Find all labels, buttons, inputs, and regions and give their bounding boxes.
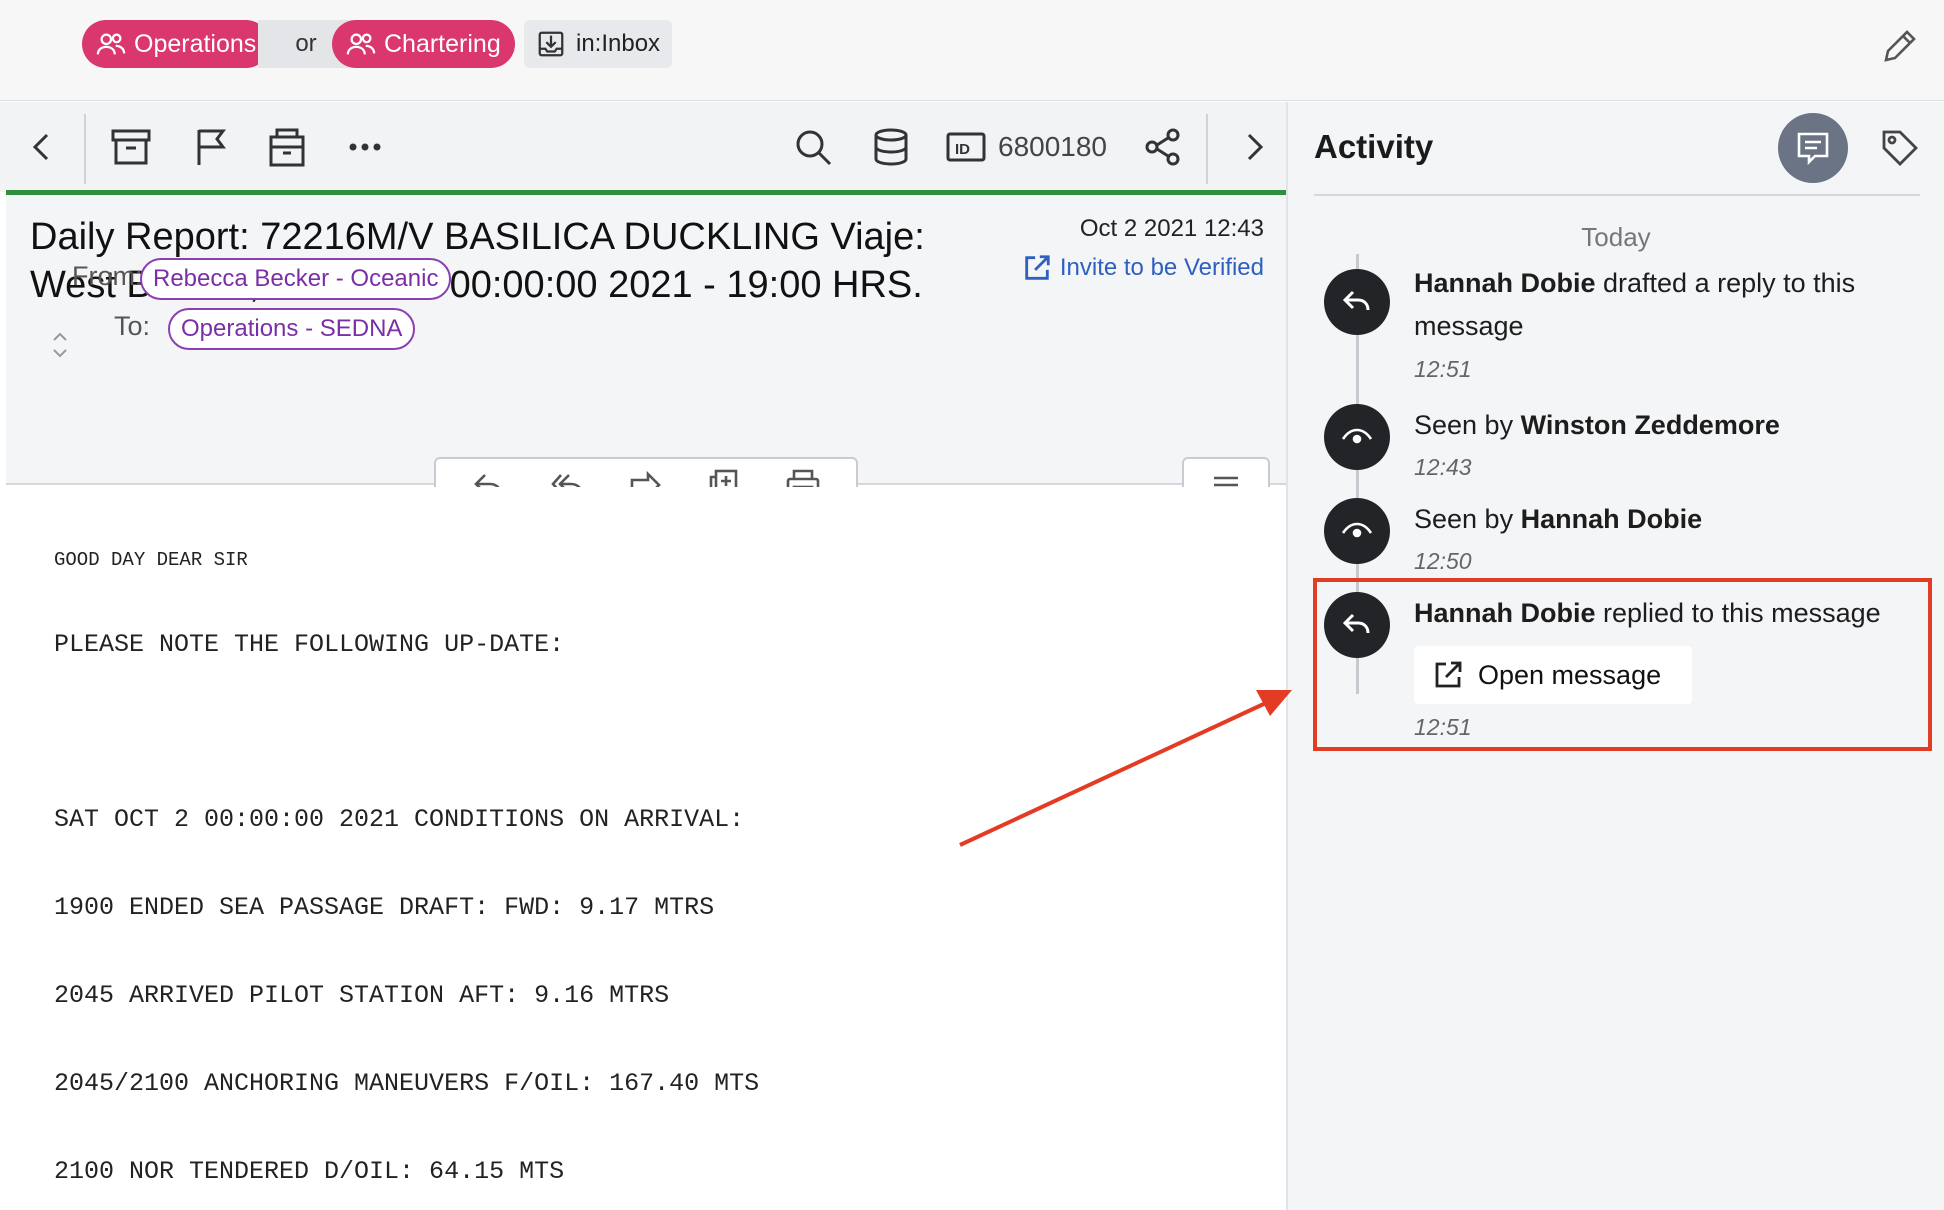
message-id-chip[interactable]: ID 6800180 (944, 124, 1107, 170)
inbox-download-icon (538, 31, 564, 57)
archive-button[interactable] (106, 122, 156, 172)
more-horizontal-icon (349, 143, 381, 151)
message-body: GOOD DAY DEAR SIR PLEASE NOTE THE FOLLOW… (6, 487, 1286, 1210)
pencil-icon (1884, 30, 1916, 62)
share-nodes-icon (1145, 128, 1180, 166)
chevron-right-icon (1247, 133, 1264, 161)
reply-arrow-icon (1342, 290, 1370, 311)
tag-filter-operations-label: Operations (134, 29, 257, 58)
body-line: 1900 ENDED SEA PASSAGE DRAFT: FWD: 9.17 … (54, 893, 715, 922)
svg-text:ID: ID (955, 141, 970, 158)
group-icon (346, 33, 376, 55)
message-header: Daily Report: 72216M/V BASILICA DUCKLING… (6, 195, 1286, 485)
archive-box-icon (111, 129, 151, 165)
tag-filter-chartering-label: Chartering (384, 29, 501, 58)
invite-verify-link[interactable]: Invite to be Verified (1022, 253, 1264, 283)
external-link-icon (1025, 255, 1050, 280)
body-line: 2045/2100 ANCHORING MANEUVERS F/OIL: 167… (54, 1069, 760, 1098)
message-toolbar: ID 6800180 (0, 102, 1286, 192)
toolbar-divider (1206, 114, 1208, 184)
compose-button[interactable] (1878, 24, 1922, 68)
to-label: To: (114, 311, 151, 341)
id-badge-icon: ID (946, 132, 986, 162)
body-line: 2100 NOR TENDERED D/OIL: 64.15 MTS (54, 1157, 565, 1186)
event-prefix: Seen by (1414, 410, 1521, 440)
search-icon (796, 130, 832, 166)
toolbar-divider (84, 114, 86, 184)
search-button[interactable] (788, 122, 838, 172)
back-button[interactable] (20, 122, 64, 172)
flag-button[interactable] (186, 122, 236, 172)
subject-line-1: Daily Report: 72216M/V BASILICA DUCKLING… (30, 216, 925, 258)
expand-collapse-icon[interactable] (50, 330, 70, 360)
activity-tags-tab[interactable] (1876, 124, 1924, 172)
filter-bar: Operations or Chartering in:Inbox (0, 0, 1944, 101)
from-label: From: (72, 261, 143, 291)
activity-comments-tab[interactable] (1778, 113, 1848, 183)
event-prefix: Seen by (1414, 504, 1521, 534)
folder-filter-inbox[interactable]: in:Inbox (524, 20, 673, 68)
body-line: SAT OCT 2 00:00:00 2021 CONDITIONS ON AR… (54, 805, 745, 834)
database-button[interactable] (866, 122, 916, 172)
to-address-pill[interactable]: Operations - SEDNA (168, 308, 416, 350)
eye-icon (1341, 522, 1373, 538)
day-separator: Today (1581, 222, 1651, 252)
message-date: Oct 2 2021 12:43 (1079, 215, 1264, 242)
tag-filter-chartering[interactable]: Chartering (332, 20, 515, 68)
reply-draft-event-icon (1324, 269, 1390, 335)
event-time: 12:43 (1414, 454, 1472, 480)
chat-message-icon (1797, 132, 1829, 166)
body-line: GOOD DAY DEAR SIR (54, 549, 248, 571)
event-actor: Winston Zeddemore (1520, 410, 1780, 440)
group-icon (96, 33, 126, 55)
annotation-highlight-box (1313, 578, 1932, 751)
tag-filter-operations[interactable]: Operations (82, 20, 271, 68)
activity-event-text: Hannah Dobie drafted a reply to this mes… (1414, 262, 1924, 348)
eye-icon (1341, 428, 1373, 444)
event-actor: Hannah Dobie (1520, 504, 1703, 534)
message-id: 6800180 (998, 131, 1108, 162)
seen-event-icon (1324, 404, 1390, 470)
flag-icon (197, 129, 226, 165)
file-cabinet-icon (269, 128, 305, 167)
save-to-drive-button[interactable] (262, 122, 312, 172)
seen-event-icon (1324, 498, 1390, 564)
invite-verify-label: Invite to be Verified (1059, 254, 1264, 281)
folder-filter-label: in:Inbox (576, 30, 661, 57)
more-actions-button[interactable] (340, 122, 390, 172)
activity-event-text: Seen by Hannah Dobie (1414, 498, 1924, 541)
share-button[interactable] (1138, 122, 1188, 172)
next-button[interactable] (1232, 122, 1276, 172)
chevron-left-icon (32, 133, 49, 161)
activity-title: Activity (1314, 128, 1434, 165)
body-line: PLEASE NOTE THE FOLLOWING UP-DATE: (54, 630, 565, 659)
event-actor: Hannah Dobie (1414, 268, 1596, 298)
from-address-pill[interactable]: Rebecca Becker - Oceanic (140, 258, 452, 300)
event-time: 12:50 (1414, 548, 1472, 574)
body-line: 2045 ARRIVED PILOT STATION AFT: 9.16 MTR… (54, 981, 670, 1010)
database-icon (874, 128, 908, 166)
activity-divider (1314, 194, 1920, 196)
event-time: 12:51 (1414, 356, 1472, 382)
tag-icon (1882, 130, 1918, 166)
activity-event-text: Seen by Winston Zeddemore (1414, 404, 1924, 447)
